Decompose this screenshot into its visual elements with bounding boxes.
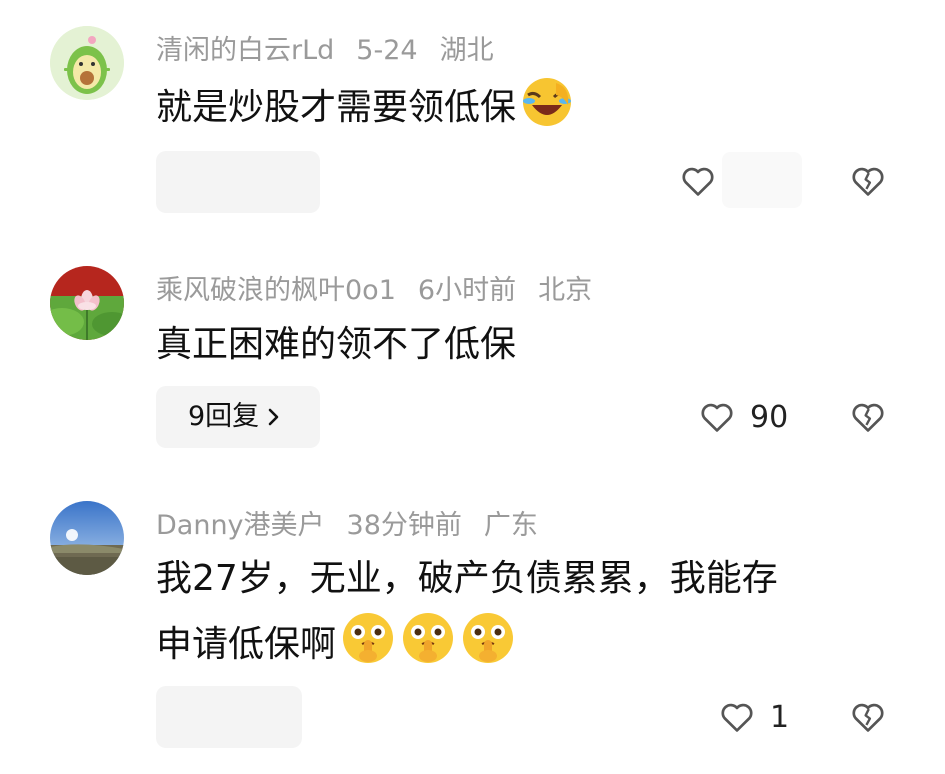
like-count-placeholder — [722, 152, 802, 208]
comment-text: 真正困难的领不了低保 — [156, 324, 517, 365]
reply-placeholder[interactable] — [156, 686, 302, 748]
heart-icon — [682, 167, 714, 196]
location: 湖北 — [439, 35, 494, 66]
broken-heart-icon — [852, 167, 884, 196]
reply-placeholder[interactable] — [156, 151, 320, 213]
like-button[interactable]: 1 — [718, 698, 789, 736]
shush-face-icon — [460, 610, 516, 684]
username[interactable]: Danny港美户 — [156, 510, 325, 541]
location: 广东 — [483, 510, 538, 541]
shush-face-icon — [400, 610, 456, 684]
comment-text: 就是炒股才需要领低保 — [156, 75, 574, 147]
lotus-avatar-icon — [50, 266, 124, 340]
avatar[interactable] — [50, 266, 124, 340]
laugh-cry-face-icon — [520, 75, 574, 147]
broken-heart-icon — [852, 403, 884, 432]
reply-count: 9回复 — [188, 401, 260, 432]
chevron-right-icon — [267, 386, 281, 448]
comment-meta: Danny港美户 38分钟前 广东 — [156, 503, 560, 542]
view-replies-button[interactable]: 9回复 — [156, 386, 320, 448]
avatar[interactable] — [50, 26, 124, 100]
landscape-avatar-icon — [50, 501, 124, 575]
avatar[interactable] — [50, 501, 124, 575]
like-count: 90 — [750, 399, 789, 435]
like-button[interactable]: 90 — [698, 398, 788, 436]
timestamp: 5-24 — [356, 35, 418, 66]
comment-meta: 清闲的白云rLd 5-24 湖北 — [156, 28, 516, 67]
heart-icon — [701, 403, 733, 432]
like-count: 1 — [770, 699, 790, 735]
shush-face-icon — [340, 610, 396, 684]
comment-meta: 乘风破浪的枫叶0o1 6小时前 北京 — [156, 268, 614, 307]
dislike-button[interactable] — [849, 398, 887, 440]
dislike-button[interactable] — [849, 162, 887, 204]
timestamp: 38分钟前 — [346, 510, 462, 541]
comment-text-line-1: 我27岁，无业，破产负债累累，我能存 — [156, 558, 778, 599]
heart-icon — [721, 703, 753, 732]
username[interactable]: 乘风破浪的枫叶0o1 — [156, 275, 396, 306]
comment-text-line-2: 申请低保啊 — [156, 610, 516, 684]
like-button[interactable] — [679, 162, 717, 200]
username[interactable]: 清闲的白云rLd — [156, 35, 334, 66]
dislike-button[interactable] — [849, 698, 887, 740]
avocado-avatar-icon — [50, 26, 124, 100]
location: 北京 — [538, 275, 593, 306]
broken-heart-icon — [852, 703, 884, 732]
timestamp: 6小时前 — [417, 275, 517, 306]
